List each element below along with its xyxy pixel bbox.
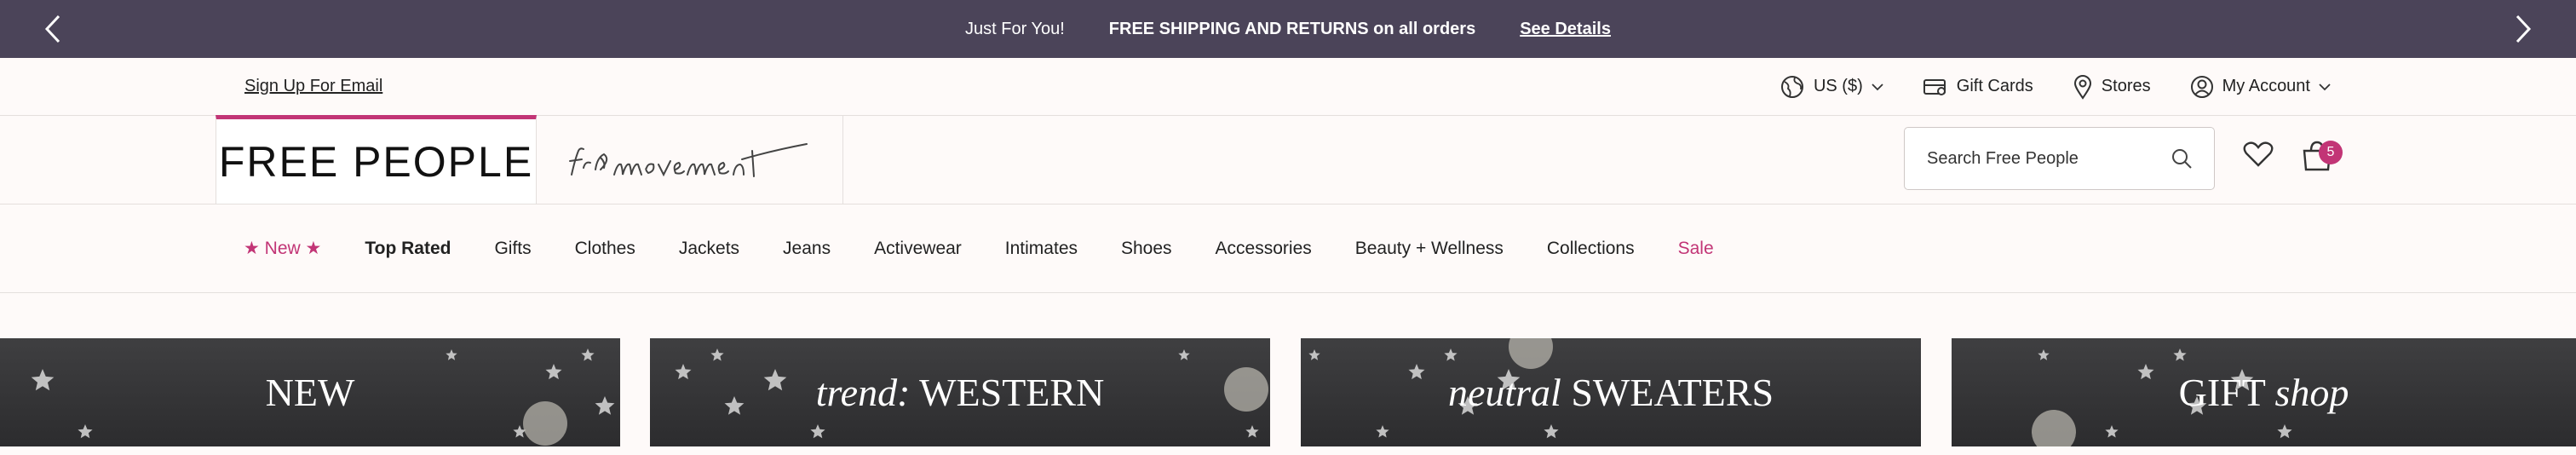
- fp-movement-brand-tab[interactable]: [537, 115, 843, 204]
- promo-tile-text: GIFT: [2178, 371, 2265, 414]
- star-icon: ★: [244, 239, 265, 258]
- previous-promo-button[interactable]: [36, 12, 70, 46]
- nav-item-intimates[interactable]: Intimates: [1005, 239, 1078, 259]
- star-icon: ★: [300, 239, 322, 258]
- star-icon: [1408, 364, 1425, 380]
- utility-links: US ($) Gift Cards Stores My Account: [1780, 58, 2331, 115]
- chevron-right-icon: [2516, 14, 2532, 43]
- currency-selector[interactable]: US ($): [1780, 74, 1883, 100]
- user-icon: [2190, 75, 2213, 98]
- star-icon: [763, 369, 787, 391]
- coin-decoration: [1509, 338, 1553, 369]
- coin-decoration: [523, 401, 567, 446]
- sign-up-email-link[interactable]: Sign Up For Email: [244, 77, 382, 96]
- promo-tile-text: SWEATERS: [1571, 371, 1774, 414]
- promo-tile-text: NEW: [265, 371, 355, 414]
- star-icon: [1245, 425, 1259, 438]
- nav-item-top-rated[interactable]: Top Rated: [365, 239, 451, 259]
- location-pin-icon: [2073, 74, 2091, 100]
- fp-movement-logo: [568, 143, 808, 177]
- promo-tile-label: neutral SWEATERS: [1448, 370, 1774, 415]
- star-icon: [78, 424, 93, 439]
- nav-item-clothes[interactable]: Clothes: [575, 239, 635, 259]
- search-box[interactable]: [1904, 127, 2215, 190]
- stores-label: Stores: [2101, 77, 2151, 95]
- cart-count-badge: 5: [2319, 141, 2343, 164]
- star-icon: [2038, 349, 2050, 360]
- promo-tile-trend-western[interactable]: trend: WESTERN: [650, 338, 1270, 446]
- my-account-menu[interactable]: My Account: [2190, 75, 2331, 99]
- coin-decoration: [1224, 367, 1268, 412]
- nav-item-collections[interactable]: Collections: [1547, 239, 1635, 259]
- gift-cards-link[interactable]: Gift Cards: [1923, 77, 2033, 97]
- promo-tile-italic-text: trend:: [815, 371, 911, 414]
- free-people-logo: FREE PEOPLE: [218, 137, 534, 186]
- free-people-brand-tab[interactable]: FREE PEOPLE: [216, 115, 537, 204]
- nav-item-beauty-wellness[interactable]: Beauty + Wellness: [1355, 239, 1504, 259]
- nav-item-activewear[interactable]: Activewear: [874, 239, 962, 259]
- nav-item-accessories[interactable]: Accessories: [1216, 239, 1312, 259]
- promo-tile-text: WESTERN: [919, 371, 1105, 414]
- star-icon: [1444, 348, 1458, 361]
- nav-item-jackets[interactable]: Jackets: [679, 239, 739, 259]
- nav-item-new[interactable]: ★ New ★: [244, 238, 321, 259]
- star-icon: [1544, 424, 1559, 439]
- promo-tile-italic-text: neutral: [1447, 371, 1561, 414]
- search-icon[interactable]: [2170, 147, 2194, 170]
- see-details-link[interactable]: See Details: [1520, 20, 1611, 39]
- nav-item-sale[interactable]: Sale: [1678, 239, 1714, 259]
- chevron-down-icon: [1872, 83, 1883, 90]
- star-icon: [710, 348, 724, 361]
- nav-item-shoes[interactable]: Shoes: [1121, 239, 1172, 259]
- star-icon: [595, 396, 615, 415]
- promo-tile-label: trend: WESTERN: [816, 370, 1105, 415]
- nav-item-jeans[interactable]: Jeans: [783, 239, 831, 259]
- star-icon: [2105, 425, 2119, 438]
- star-icon: [724, 396, 745, 415]
- promo-tile-label: GIFT shop: [2179, 370, 2349, 415]
- star-icon: [1376, 425, 1389, 438]
- promo-bar: Just For You! FREE SHIPPING AND RETURNS …: [0, 0, 2576, 58]
- main-navigation: ★ New ★ Top Rated Gifts Clothes Jackets Jeans…: [0, 204, 2576, 293]
- chevron-left-icon: [44, 14, 60, 43]
- star-icon: [675, 364, 692, 380]
- promo-tiles: NEW trend: WESTERN neutral SWEATERS GIFT sh…: [0, 338, 2576, 446]
- star-icon: [2137, 364, 2154, 380]
- site-header: FREE PEOPLE 5: [0, 115, 2576, 204]
- utility-bar: Sign Up For Email US ($) Gift Cards Stor…: [0, 58, 2576, 116]
- search-input[interactable]: [1925, 147, 2170, 170]
- my-account-label: My Account: [2222, 77, 2310, 95]
- star-icon: [31, 369, 55, 391]
- currency-label: US ($): [1813, 77, 1863, 95]
- wishlist-heart-icon[interactable]: [2243, 141, 2274, 168]
- promo-tile-italic-text: shop: [2274, 371, 2349, 414]
- promo-text-free-shipping: FREE SHIPPING AND RETURNS on all orders: [1108, 19, 1476, 38]
- star-icon: [1308, 349, 1320, 360]
- chevron-down-icon: [2319, 83, 2331, 90]
- gift-card-icon: [1923, 78, 1946, 95]
- star-icon: [545, 364, 562, 380]
- next-promo-button[interactable]: [2506, 12, 2540, 46]
- star-icon: [2277, 424, 2292, 439]
- promo-text-just-for-you: Just For You!: [965, 19, 1065, 38]
- star-icon: [581, 348, 595, 361]
- promo-tile-label: NEW: [266, 370, 355, 415]
- star-icon: [1178, 349, 1190, 360]
- nav-item-gifts[interactable]: Gifts: [494, 239, 531, 259]
- promo-tile-new[interactable]: NEW: [0, 338, 620, 446]
- star-icon: [2173, 348, 2187, 361]
- gift-cards-label: Gift Cards: [1956, 77, 2033, 95]
- globe-icon: [1780, 75, 1803, 98]
- stores-link[interactable]: Stores: [2073, 74, 2151, 100]
- star-icon: [446, 349, 457, 360]
- nav-item-label: New: [264, 239, 301, 258]
- promo-tile-gift-shop[interactable]: GIFT shop: [1952, 338, 2576, 446]
- star-icon: [810, 424, 825, 439]
- coin-decoration: [2032, 410, 2076, 446]
- promo-tile-neutral-sweaters[interactable]: neutral SWEATERS: [1301, 338, 1921, 446]
